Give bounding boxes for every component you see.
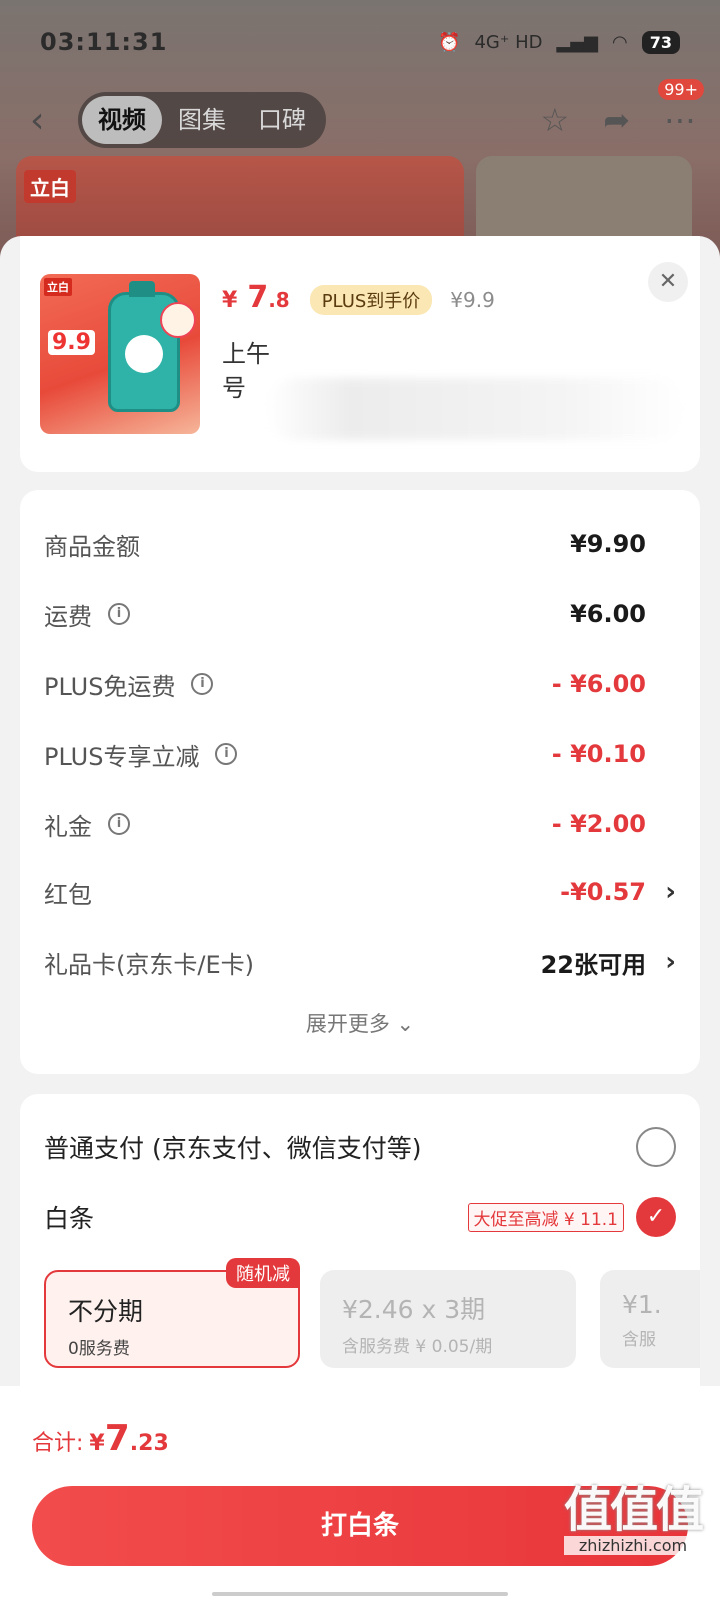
installment-option-more[interactable]: ¥1. 含服 (600, 1270, 700, 1368)
brand-logo: 立白 (24, 170, 76, 203)
total-decimal: .23 (129, 1431, 169, 1456)
total-label: 合计: (32, 1431, 84, 1456)
product-thumbnail: 立白 9.9 (40, 274, 200, 434)
close-icon[interactable]: ✕ (648, 262, 688, 302)
media-tabs: 视频 图集 口碑 (78, 92, 326, 148)
fee-amount: - ¥0.10 (551, 740, 646, 768)
order-total: 合计: ¥ 7 .23 (32, 1418, 169, 1459)
info-icon[interactable]: i (108, 813, 130, 835)
signal-icon: ▂▄▆ (556, 31, 599, 53)
tab-video[interactable]: 视频 (82, 96, 162, 144)
redacted-blur (266, 378, 686, 440)
tab-reviews[interactable]: 口碑 (242, 96, 322, 144)
more-icon[interactable]: ⋯ (664, 101, 696, 139)
installment-option-none[interactable]: 随机减 不分期 0服务费 (44, 1258, 300, 1368)
chevron-right-icon: › (665, 947, 676, 977)
fee-amount: 22张可用 (540, 950, 646, 979)
fee-row-red-packet[interactable]: 红包 -¥0.57 › (44, 872, 676, 912)
promo-sticker-icon (160, 302, 196, 338)
fee-row-gift-money: 礼金 i - ¥2.00 (44, 810, 646, 841)
tab-gallery[interactable]: 图集 (162, 96, 242, 144)
checkout-sheet: 立白 9.9 ¥ 7 .8 PLUS到手价 ¥9.9 上午 号 ✕ 商品金额 ¥… (0, 236, 720, 1600)
wifi-icon: ◠ (612, 31, 628, 53)
price-integer: 7 (247, 280, 269, 315)
fee-amount: - ¥6.00 (551, 670, 646, 698)
checkout-footer: 合计: ¥ 7 .23 打白条 值值值 zhizhizhi.com (0, 1386, 720, 1600)
info-icon[interactable]: i (215, 743, 238, 765)
message-badge: 99+ (658, 79, 704, 100)
battery-indicator: 73 (641, 30, 680, 54)
random-discount-badge: 随机减 (226, 1258, 300, 1288)
fee-row-plus-free-shipping: PLUS免运费 i - ¥6.00 (44, 670, 646, 701)
fee-row-plus-discount: PLUS专享立减 i - ¥0.10 (44, 740, 646, 771)
radio-unchecked[interactable] (636, 1127, 676, 1167)
fee-breakdown-card: 商品金额 ¥9.90 运费 i ¥6.00 PLUS免运费 i - ¥6.00 … (20, 490, 700, 1074)
installment-option-3[interactable]: ¥2.46 x 3期 含服务费 ¥ 0.05/期 (320, 1270, 576, 1368)
info-icon[interactable]: i (191, 673, 214, 695)
status-bar: 03:11:31 ⏰ 4G⁺ HD ▂▄▆ ◠ 73 (40, 22, 680, 62)
thumb-brand-logo: 立白 (44, 278, 72, 296)
plus-price-tag: PLUS到手价 (309, 285, 433, 315)
fee-amount: ¥6.00 (570, 600, 646, 628)
price-decimal: .8 (268, 288, 290, 312)
payment-option-baitiao[interactable]: 白条 大促至高减 ¥ 11.1 ✓ (44, 1192, 676, 1242)
checkmark-icon[interactable]: ✓ (636, 1197, 676, 1237)
price-row: ¥ 7 .8 PLUS到手价 ¥9.9 (222, 280, 680, 315)
status-time: 03:11:31 (40, 28, 168, 56)
chevron-right-icon: › (665, 877, 676, 907)
home-indicator[interactable] (212, 1592, 508, 1596)
alarm-icon: ⏰ (438, 31, 461, 53)
fee-row-subtotal: 商品金额 ¥9.90 (44, 530, 646, 561)
promo-tag: 大促至高减 ¥ 11.1 (467, 1202, 624, 1232)
star-icon[interactable]: ☆ (541, 101, 570, 139)
total-integer: 7 (104, 1418, 130, 1459)
fee-amount: -¥0.57 (560, 878, 646, 906)
fee-amount: - ¥2.00 (551, 810, 646, 838)
thumb-price: 9.9 (48, 330, 95, 355)
price-currency: ¥ (222, 288, 238, 313)
info-icon[interactable]: i (108, 603, 130, 625)
payment-option-normal[interactable]: 普通支付 (京东支付、微信支付等) (44, 1122, 676, 1172)
product-card: 立白 9.9 ¥ 7 .8 PLUS到手价 ¥9.9 上午 号 ✕ (20, 236, 700, 472)
fee-row-gift-card[interactable]: 礼品卡(京东卡/E卡) 22张可用 › (44, 942, 676, 982)
fee-row-shipping: 运费 i ¥6.00 (44, 600, 646, 631)
back-arrow-icon[interactable]: ‹ (30, 100, 70, 141)
share-icon[interactable]: ➦ (603, 101, 630, 139)
expand-more-button[interactable]: 展开更多 ⌄ (20, 1008, 700, 1038)
network-label: 4G⁺ HD (474, 31, 543, 53)
original-price: ¥9.9 (450, 288, 495, 312)
top-navigation: ‹ 视频 图集 口碑 ☆ ➦ ⋯ 99+ (30, 79, 704, 148)
fee-amount: ¥9.90 (570, 530, 646, 558)
site-watermark: 值值值 zhizhizhi.com (563, 1482, 704, 1555)
